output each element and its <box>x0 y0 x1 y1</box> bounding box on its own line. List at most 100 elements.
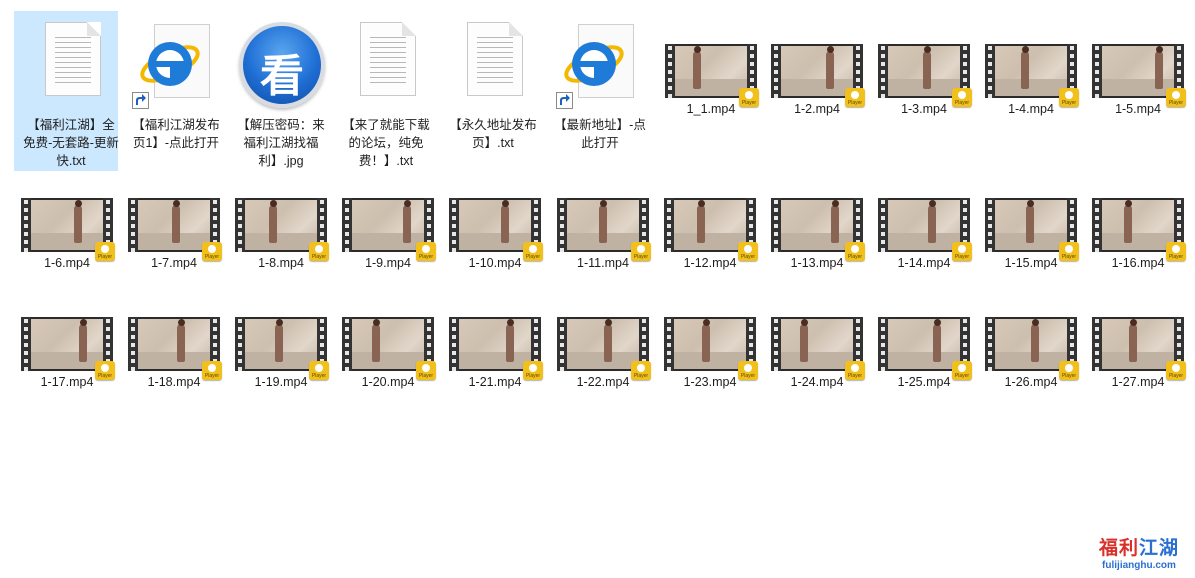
video-file-item[interactable]: Player 1-6.mp4 <box>15 192 119 272</box>
video-thumbnail-icon: Player <box>878 317 972 380</box>
file-name: 1-2.mp4 <box>794 102 840 116</box>
video-file-item[interactable]: Player 1-20.mp4 <box>336 311 440 391</box>
video-thumbnail-icon: Player <box>21 317 115 380</box>
video-thumbnail-icon: Player <box>985 44 1079 107</box>
video-file-item[interactable]: Player 1-26.mp4 <box>979 311 1083 391</box>
video-thumbnail-icon: Player <box>449 317 543 380</box>
file-name: 1-25.mp4 <box>897 375 951 389</box>
text-document-icon <box>360 22 416 96</box>
file-name: 1-12.mp4 <box>683 256 737 270</box>
video-file-item[interactable]: Player 1-17.mp4 <box>15 311 119 391</box>
file-name: 1-18.mp4 <box>147 375 201 389</box>
video-thumbnail-icon: Player <box>235 317 329 380</box>
file-name: 1-4.mp4 <box>1008 102 1054 116</box>
file-name: 1-9.mp4 <box>365 256 411 270</box>
file-name: 1-11.mp4 <box>577 256 629 270</box>
video-file-item[interactable]: Player 1-16.mp4 <box>1086 192 1190 272</box>
video-file-item[interactable]: Player 1-10.mp4 <box>443 192 547 272</box>
file-name: 1-6.mp4 <box>44 256 90 270</box>
video-file-item[interactable]: Player 1-23.mp4 <box>658 311 762 391</box>
video-file-item[interactable]: Player 1-9.mp4 <box>336 192 440 272</box>
file-name: 1-8.mp4 <box>258 256 304 270</box>
video-thumbnail-icon: Player <box>878 198 972 261</box>
file-name: 【来了就能下载的论坛，纯免费！】.txt <box>342 118 430 168</box>
file-name: 1-19.mp4 <box>254 375 308 389</box>
video-thumbnail-icon: Player <box>342 198 436 261</box>
video-thumbnail-icon: Player <box>235 198 329 261</box>
video-file-item[interactable]: Player 1-2.mp4 <box>765 38 869 118</box>
shortcut-arrow-icon <box>132 92 149 109</box>
video-file-item[interactable]: Player 1-18.mp4 <box>122 311 226 391</box>
video-thumbnail-icon: Player <box>664 317 758 380</box>
file-name: 1-24.mp4 <box>790 375 844 389</box>
video-thumbnail-icon: Player <box>1092 198 1186 261</box>
video-file-item[interactable]: Player 1-22.mp4 <box>551 311 655 391</box>
video-thumbnail-icon: Player <box>1092 317 1186 380</box>
file-name: 1-15.mp4 <box>1004 256 1058 270</box>
file-item-forum-txt[interactable]: 【来了就能下载的论坛，纯免费！】.txt <box>334 18 438 170</box>
text-document-icon <box>45 22 101 96</box>
file-list-area: 【福利江湖】全免费-无套路-更新快.txt 【福利江湖发布页1】-点此打开 看 … <box>0 0 1195 578</box>
video-file-item[interactable]: Player 1-5.mp4 <box>1086 38 1190 118</box>
file-name: 1-14.mp4 <box>897 256 951 270</box>
video-file-item[interactable]: Player 1-21.mp4 <box>443 311 547 391</box>
file-item-publish-page-shortcut[interactable]: 【福利江湖发布页1】-点此打开 <box>124 18 228 152</box>
file-name: 【福利江湖】全免费-无套路-更新快.txt <box>23 118 119 168</box>
video-file-item[interactable]: Player 1-8.mp4 <box>229 192 333 272</box>
file-name: 【解压密码：来福利江湖找福利】.jpg <box>237 118 325 168</box>
file-name: 1-20.mp4 <box>361 375 415 389</box>
video-file-item[interactable]: Player 1-25.mp4 <box>872 311 976 391</box>
watermark-title-a: 福利 <box>1098 538 1139 559</box>
file-name: 1_1.mp4 <box>686 102 736 116</box>
file-name: 【最新地址】-点此打开 <box>554 118 646 150</box>
file-name: 1-22.mp4 <box>576 375 630 389</box>
file-name: 1-17.mp4 <box>40 375 94 389</box>
video-thumbnail-icon: Player <box>557 317 651 380</box>
file-name: 【永久地址发布页】.txt <box>449 118 537 150</box>
video-file-item[interactable]: Player 1-24.mp4 <box>765 311 869 391</box>
video-file-item[interactable]: Player 1-4.mp4 <box>979 38 1083 118</box>
file-name: 1-13.mp4 <box>790 256 844 270</box>
text-document-icon <box>467 22 523 96</box>
video-file-item[interactable]: Player 1-13.mp4 <box>765 192 869 272</box>
video-thumbnail-icon: Player <box>664 198 758 261</box>
watermark-title-b: 江湖 <box>1139 538 1180 559</box>
file-name: 1-16.mp4 <box>1111 256 1165 270</box>
file-name: 1-27.mp4 <box>1111 375 1165 389</box>
video-thumbnail-icon: Player <box>771 44 865 107</box>
video-file-item[interactable]: Player 1_1.mp4 <box>659 38 763 118</box>
video-thumbnail-icon: Player <box>1092 44 1186 107</box>
file-name: 1-5.mp4 <box>1115 102 1161 116</box>
video-file-item[interactable]: Player 1-19.mp4 <box>229 311 333 391</box>
file-name: 1-23.mp4 <box>683 375 737 389</box>
video-thumbnail-icon: Player <box>985 198 1079 261</box>
kan-image-icon: 看 <box>239 22 325 108</box>
video-thumbnail-icon: Player <box>878 44 972 107</box>
video-thumbnail-icon: Player <box>771 198 865 261</box>
file-name: 1-26.mp4 <box>1004 375 1058 389</box>
file-item-latest-address-shortcut[interactable]: 【最新地址】-点此打开 <box>548 18 652 152</box>
video-thumbnail-icon: Player <box>449 198 543 261</box>
video-thumbnail-icon: Player <box>557 198 651 261</box>
watermark-url: fulijianghu.com <box>1102 560 1176 571</box>
file-name: 【福利江湖发布页1】-点此打开 <box>132 118 220 150</box>
file-item-welfare-txt[interactable]: 【福利江湖】全免费-无套路-更新快.txt <box>14 11 123 171</box>
video-thumbnail-icon: Player <box>21 198 115 261</box>
watermark-logo: 福利江湖 fulijianghu.com <box>1093 538 1185 572</box>
file-item-password-jpg[interactable]: 看 【解压密码：来福利江湖找福利】.jpg <box>229 18 333 170</box>
file-name: 1-3.mp4 <box>901 102 947 116</box>
video-file-item[interactable]: Player 1-27.mp4 <box>1086 311 1190 391</box>
ie-shortcut-icon <box>140 42 200 86</box>
video-file-item[interactable]: Player 1-7.mp4 <box>122 192 226 272</box>
video-file-item[interactable]: Player 1-11.mp4 <box>551 192 655 272</box>
file-item-permanent-address-txt[interactable]: 【永久地址发布页】.txt <box>441 18 545 152</box>
video-thumbnail-icon: Player <box>771 317 865 380</box>
video-thumbnail-icon: Player <box>665 44 759 107</box>
file-name: 1-10.mp4 <box>468 256 522 270</box>
video-file-item[interactable]: Player 1-14.mp4 <box>872 192 976 272</box>
video-thumbnail-icon: Player <box>342 317 436 380</box>
video-file-item[interactable]: Player 1-12.mp4 <box>658 192 762 272</box>
video-file-item[interactable]: Player 1-3.mp4 <box>872 38 976 118</box>
video-file-item[interactable]: Player 1-15.mp4 <box>979 192 1083 272</box>
video-thumbnail-icon: Player <box>128 317 222 380</box>
